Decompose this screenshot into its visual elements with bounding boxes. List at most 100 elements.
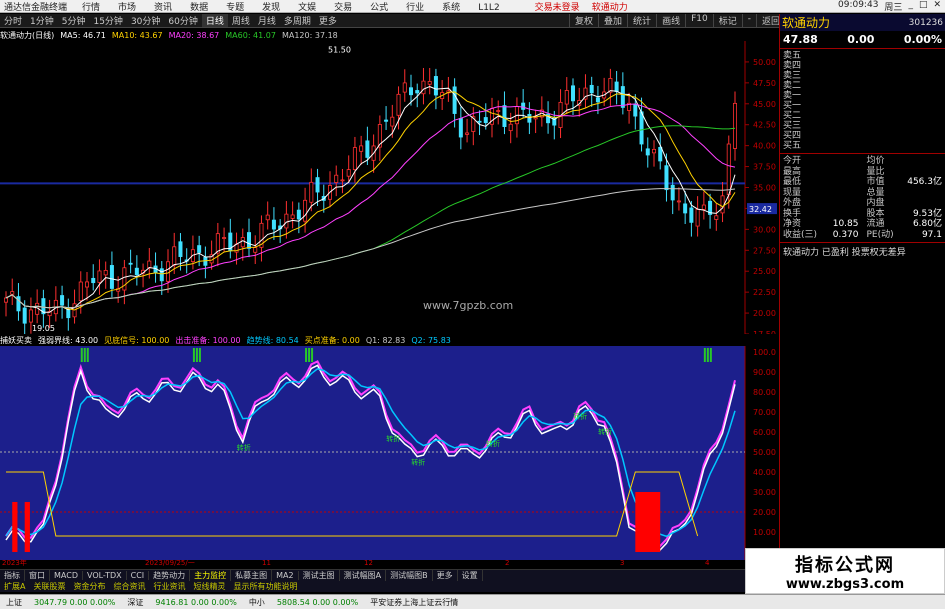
quote-value [821, 198, 859, 209]
candle-body [10, 291, 15, 295]
function-tab[interactable]: 资金分布 [69, 581, 109, 592]
candle-body [246, 232, 251, 249]
index-quote[interactable]: 上证 [0, 597, 28, 608]
candle-body [60, 295, 65, 306]
candle-body [284, 213, 289, 229]
menu-item[interactable]: 系统 [433, 0, 469, 13]
index-quote[interactable]: 深证 [121, 597, 149, 608]
candle-body [733, 102, 738, 149]
period-tab[interactable]: 1分钟 [26, 14, 58, 27]
index-quote[interactable]: 平安证券上海上证云行情 [364, 597, 464, 608]
candle-body [22, 307, 27, 324]
indicator-tab[interactable]: 测试主图 [299, 570, 340, 581]
candle-body [670, 184, 675, 201]
period-tab[interactable]: 更多 [315, 14, 341, 27]
app-title: 通达信金融终端 [4, 2, 68, 13]
quote-value: 456.3亿 [907, 177, 942, 187]
period-tab[interactable]: 60分钟 [164, 14, 201, 27]
quote-label: 收益(三) [783, 229, 818, 240]
maximize-icon[interactable]: □ [919, 0, 928, 12]
function-tab[interactable]: 综合资讯 [109, 581, 149, 592]
indicator-tab[interactable]: CCI [127, 571, 150, 580]
period-tab[interactable]: 周线 [228, 14, 254, 27]
indicator-tab[interactable]: 测试幅图B [386, 570, 433, 581]
candle-body [178, 241, 183, 257]
menu-item[interactable]: 交易 [325, 0, 361, 13]
menu-item[interactable]: 市场 [109, 0, 145, 13]
top-signal-bar [195, 348, 198, 362]
indicator-tab[interactable]: 设置 [458, 570, 483, 581]
period-tab[interactable]: 5分钟 [58, 14, 90, 27]
indicator-tab[interactable]: 窗口 [25, 570, 50, 581]
quote-value [821, 156, 859, 167]
indicator-chart[interactable]: 100.0 90.00 80.00 70.00 60.00 50.00 40.00 30.00… [0, 346, 778, 560]
chart-tool-button[interactable]: 叠加 [598, 14, 627, 27]
candle-body [265, 214, 270, 221]
indicator-tab[interactable]: MACD [50, 571, 83, 580]
period-tab[interactable]: 日线 [201, 14, 228, 27]
candle-body [296, 209, 301, 220]
menu-item[interactable]: 行情 [73, 0, 109, 13]
clock: 09:09:43 [838, 0, 879, 10]
chart-stock-title: 软通动力(日线) [0, 30, 55, 40]
function-tab[interactable]: 短线精灵 [189, 581, 229, 592]
quote-label: 最低 [783, 177, 802, 187]
function-tab[interactable]: 行业资讯 [149, 581, 189, 592]
quote-value [904, 198, 942, 209]
chart-tool-button[interactable]: 画线 [656, 14, 685, 27]
function-tab[interactable]: 关联股票 [29, 581, 69, 592]
menu-item[interactable]: 公式 [361, 0, 397, 13]
date-label: 2023/09/25/一 [145, 559, 195, 567]
buy-bar [24, 502, 30, 552]
quote-row: 最低 市值 456.3亿 [783, 177, 942, 188]
menu-item[interactable]: 资讯 [145, 0, 181, 13]
minimize-icon[interactable]: _ [908, 0, 913, 12]
menu-item[interactable]: 数据 [181, 0, 217, 13]
period-tab[interactable]: 分时 [0, 14, 26, 27]
candle-body [28, 309, 33, 323]
indicator-tab[interactable]: 私募主图 [231, 570, 273, 581]
indicator-tab[interactable]: 主力监控 [190, 570, 232, 581]
period-tab[interactable]: 月线 [254, 14, 280, 27]
indicator-tab[interactable]: 测试幅图A [340, 570, 387, 581]
chart-tool-button[interactable]: 标记 [712, 14, 742, 27]
function-tab[interactable]: 显示所有功能说明 [229, 581, 301, 592]
axis-label: 80.00 [753, 388, 776, 397]
chart-tool-button[interactable]: 统计 [627, 14, 656, 27]
quote-label: 今开 [783, 156, 802, 166]
candle-body [402, 82, 407, 93]
period-tab[interactable]: 多周期 [280, 14, 315, 27]
kline-chart[interactable]: 50.0047.5045.0042.5040.0037.5035.0032.50… [0, 41, 778, 334]
index-quote[interactable]: 中小 [243, 597, 271, 608]
indicator-tab[interactable]: 指标 [0, 570, 25, 581]
menu-item[interactable]: 文娱 [289, 0, 325, 13]
price-tag-label: 32.42 [749, 205, 772, 214]
alert-item[interactable]: 交易未登录 [529, 3, 586, 13]
indicator-tab[interactable]: VOL-TDX [83, 571, 127, 580]
candle-body [103, 269, 108, 276]
ask-level: 卖二 [783, 81, 802, 91]
function-tab[interactable]: 扩展A [0, 581, 29, 592]
chart-tool-button[interactable]: 复权 [569, 14, 598, 27]
candle-body [165, 261, 170, 282]
indicator-tab[interactable]: 趋势动力 [149, 570, 191, 581]
menu-item[interactable]: 行业 [397, 0, 433, 13]
indicator-tab[interactable]: MA2 [272, 571, 299, 580]
alert-item[interactable]: 软通动力 [586, 3, 634, 13]
candle-body [452, 86, 457, 114]
menu-item[interactable]: 发现 [253, 0, 289, 13]
candle-body [683, 203, 688, 214]
menu-item[interactable]: 专题 [217, 0, 253, 13]
quote-row: 现量 总量 [783, 188, 942, 199]
period-tab[interactable]: 15分钟 [89, 14, 126, 27]
chart-tool-button[interactable]: F10 [685, 14, 713, 27]
chart-tool-button[interactable]: - [741, 14, 756, 27]
period-tab[interactable]: 30分钟 [127, 14, 164, 27]
axis-label: 60.00 [753, 428, 776, 437]
quote-label: 最高 [783, 166, 802, 177]
candle-body [134, 267, 139, 276]
indicator-tab[interactable]: 更多 [433, 570, 458, 581]
candle-body [91, 277, 96, 284]
menu-item[interactable]: L1L2 [469, 3, 508, 13]
close-icon[interactable]: ✕ [933, 0, 941, 12]
